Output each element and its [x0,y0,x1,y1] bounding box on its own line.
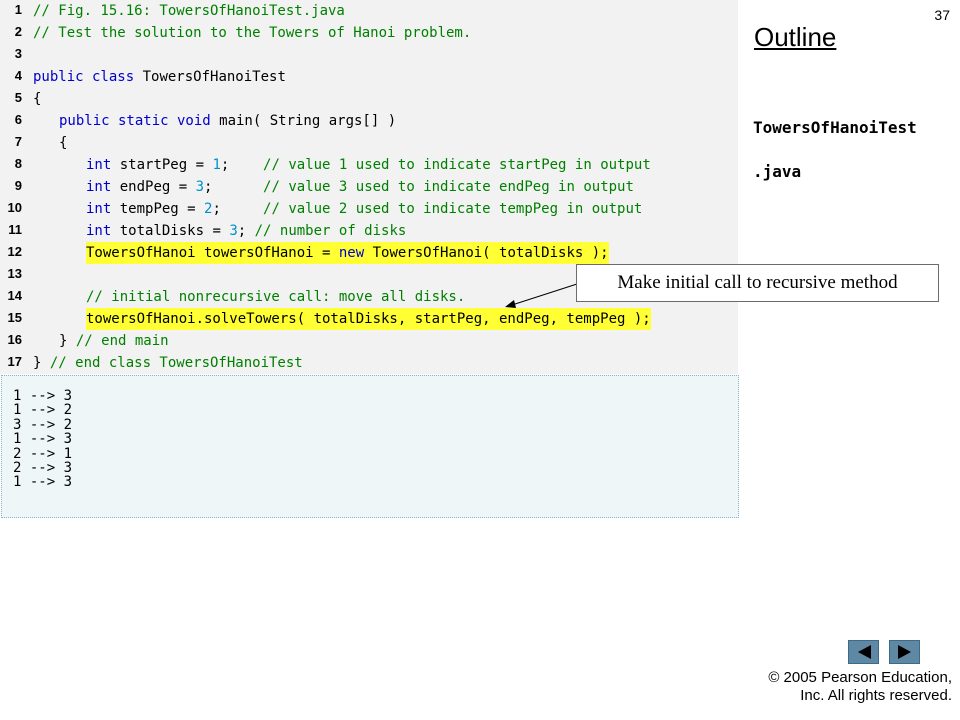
right-arrow-icon [898,645,911,659]
previous-slide-button[interactable] [848,640,879,664]
left-arrow-icon [858,645,871,659]
next-slide-button[interactable] [889,640,920,664]
copyright-line: © 2005 Pearson Education, [768,669,952,686]
callout-box: Make initial call to recursive method [576,264,939,302]
callout-arrow [505,283,578,308]
copyright-notice: © 2005 Pearson Education, Inc. All right… [700,669,952,705]
copyright-line: Inc. All rights reserved. [800,687,952,704]
